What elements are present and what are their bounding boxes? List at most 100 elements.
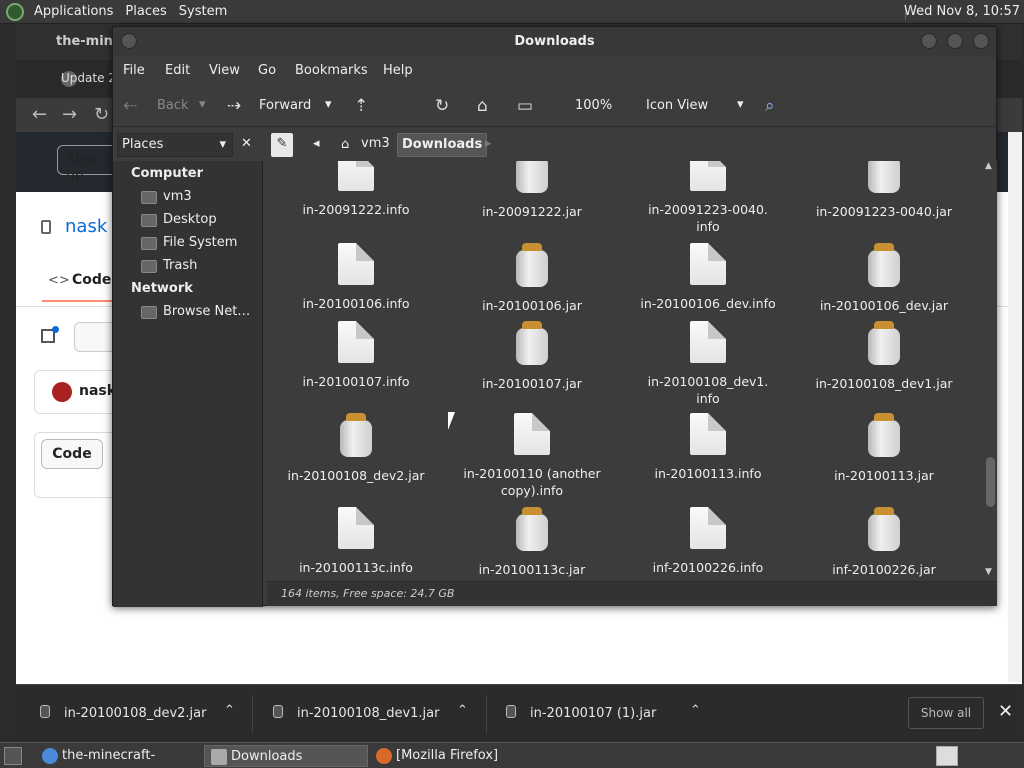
file-name: in-20100113.jar (834, 468, 934, 483)
avatar[interactable] (52, 382, 72, 402)
file-name: inf-20100226.info (652, 560, 764, 575)
forward-arrow-icon[interactable]: ⇢ (227, 96, 241, 116)
chevron-up-icon[interactable]: ⌃ (224, 703, 235, 718)
taskbar-task-firefox[interactable]: [Mozilla Firefox] (372, 745, 532, 767)
scroll-down-icon[interactable]: ▼ (985, 567, 992, 577)
code-tab[interactable]: Code (72, 272, 111, 288)
chrome-icon (42, 748, 58, 764)
clock[interactable]: Wed Nov 8, 10:57 (904, 4, 1020, 19)
file-item-jar[interactable]: in-20091223-0040.jar (795, 161, 973, 220)
file-item-info[interactable]: in-20100106.info (267, 243, 445, 312)
titlebar[interactable]: Downloads (113, 27, 996, 57)
file-item-info[interactable]: in-20100108_dev1. info (619, 321, 797, 407)
taskbar-task-downloads[interactable]: Downloads (204, 745, 368, 767)
menu-help[interactable]: Help (383, 63, 413, 78)
browser-forward-icon[interactable]: → (62, 104, 77, 125)
download-item[interactable]: in-20100108_dev2.jar (40, 705, 206, 721)
menu-bookmarks[interactable]: Bookmarks (295, 63, 368, 78)
file-item-info[interactable]: in-20100113.info (619, 413, 797, 482)
menu-view[interactable]: View (209, 63, 240, 78)
back-dropdown-icon[interactable]: ▾ (199, 97, 206, 112)
code-button[interactable]: Code (41, 439, 103, 469)
menu-edit[interactable]: Edit (165, 63, 190, 78)
file-name: in-20100108_dev1. info (647, 374, 769, 406)
file-item-info[interactable]: in-20100107.info (267, 321, 445, 390)
document-file-icon (338, 321, 374, 363)
menu-go[interactable]: Go (258, 63, 276, 78)
file-name: in-20100108_dev2.jar (287, 468, 425, 483)
file-item-jar[interactable]: in-20100108_dev1.jar (795, 321, 973, 392)
close-icon[interactable]: ✕ (998, 701, 1013, 722)
repo-owner-link[interactable]: nask (65, 216, 107, 237)
commit-author[interactable]: nask (79, 383, 116, 399)
show-desktop-icon[interactable] (4, 747, 22, 765)
show-all-button[interactable]: Show all (908, 697, 984, 729)
browser-scrollbar[interactable] (1008, 132, 1022, 682)
sidebar-item-desktop[interactable]: Desktop (163, 212, 217, 227)
forward-button[interactable]: Forward (259, 98, 311, 113)
file-item-info[interactable]: inf-20100226.info (619, 507, 797, 576)
file-item-info[interactable]: in-20100110 (another copy).info (443, 413, 621, 499)
chevron-up-icon[interactable]: ⌃ (457, 703, 468, 718)
breadcrumb-vm3[interactable]: ⌂ vm3 (337, 133, 394, 157)
computer-icon[interactable]: ▭ (517, 96, 533, 116)
reload-icon[interactable]: ↻ (435, 96, 449, 116)
menu-file[interactable]: File (123, 63, 145, 78)
file-item-jar[interactable]: in-20100108_dev2.jar (267, 413, 445, 484)
taskbar-task-chrome[interactable]: the-minecraft-recre... (38, 745, 200, 767)
applications-menu[interactable]: Applications (28, 4, 119, 19)
file-item-jar[interactable]: in-20100106.jar (443, 243, 621, 314)
file-item-info[interactable]: in-20100106_dev.info (619, 243, 797, 312)
chevron-up-icon[interactable]: ⌃ (690, 703, 701, 718)
forward-dropdown-icon[interactable]: ▾ (325, 97, 332, 112)
distro-logo-icon[interactable] (6, 2, 24, 21)
download-item-label: in-20100107 (1).jar (530, 706, 657, 721)
sidebar-item-file-system[interactable]: File System (163, 235, 237, 250)
scrollbar[interactable]: ▲ ▼ (983, 161, 997, 581)
sidebar-selector[interactable]: Places ▾ (117, 133, 233, 157)
close-sidebar-icon[interactable]: ✕ (237, 133, 256, 157)
minimize-icon[interactable] (921, 33, 937, 49)
view-mode-dropdown-icon[interactable]: ▾ (737, 97, 744, 112)
sidebar-item-browse-network[interactable]: Browse Net… (163, 304, 250, 319)
file-item-jar[interactable]: in-20100113.jar (795, 413, 973, 484)
back-arrow-icon[interactable]: ⇠ (123, 96, 137, 116)
file-item-jar[interactable]: inf-20100226.jar (795, 507, 973, 578)
scroll-up-icon[interactable]: ▲ (985, 161, 992, 171)
browser-reload-icon[interactable]: ↻ (94, 104, 109, 125)
code-tab-underline (42, 300, 122, 302)
back-button[interactable]: Back (157, 98, 189, 113)
file-item-jar[interactable]: in-20091222.jar (443, 161, 621, 220)
file-item-info[interactable]: in-20091223-0040. info (619, 161, 797, 235)
breadcrumb-left-icon[interactable]: ◂ (309, 133, 324, 157)
view-mode-select[interactable]: Icon View (646, 98, 708, 113)
file-item-info[interactable]: in-20100113c.info (267, 507, 445, 576)
home-icon[interactable]: ⌂ (477, 96, 488, 116)
places-menu[interactable]: Places (119, 4, 172, 19)
jar-file-icon (273, 705, 283, 718)
browser-back-icon[interactable]: ← (32, 104, 47, 125)
file-item-jar[interactable]: in-20100107.jar (443, 321, 621, 392)
file-icon-view[interactable]: in-20091222.info in-20091222.jar in-200912… (267, 161, 983, 581)
close-icon[interactable] (973, 33, 989, 49)
scrollbar-thumb[interactable] (986, 457, 995, 507)
system-menu[interactable]: System (173, 4, 233, 19)
sidebar-item-vm3[interactable]: vm3 (163, 189, 192, 204)
breadcrumb-downloads[interactable]: Downloads (397, 133, 488, 157)
sidebar-item-trash[interactable]: Trash (163, 258, 197, 273)
search-icon[interactable]: ⌕ (765, 96, 775, 116)
download-item[interactable]: in-20100107 (1).jar (506, 705, 656, 721)
workspace-switcher[interactable] (936, 746, 958, 766)
file-name: in-20100107.jar (482, 376, 582, 391)
edit-location-icon[interactable]: ✎ (271, 133, 293, 157)
file-item-info[interactable]: in-20091222.info (267, 161, 445, 218)
document-file-icon (690, 161, 726, 191)
breadcrumb-right-icon[interactable]: ▸ (481, 133, 496, 157)
update-label[interactable]: Update 2 (61, 71, 116, 85)
file-item-jar[interactable]: in-20100106_dev.jar (795, 243, 973, 314)
file-item-jar[interactable]: in-20100113c.jar (443, 507, 621, 578)
chevron-down-icon[interactable]: ▾ (219, 137, 226, 152)
download-item[interactable]: in-20100108_dev1.jar (273, 705, 439, 721)
maximize-icon[interactable] (947, 33, 963, 49)
up-arrow-icon[interactable]: ⇡ (354, 96, 368, 116)
